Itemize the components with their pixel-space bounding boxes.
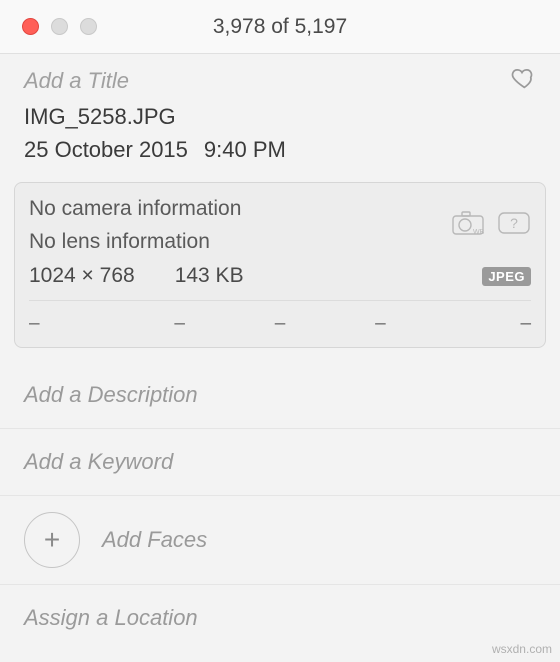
title-input[interactable]: Add a Title	[24, 68, 129, 94]
exif-summary-row: – – – – –	[29, 300, 531, 347]
faces-label: Add Faces	[102, 527, 207, 553]
filename: IMG_5258.JPG	[0, 100, 560, 133]
camera-info: No camera information	[29, 193, 241, 226]
format-badge: JPEG	[482, 267, 531, 286]
location-input[interactable]: Assign a Location	[0, 584, 560, 651]
description-input[interactable]: Add a Description	[0, 362, 560, 428]
filesize: 143 KB	[175, 264, 244, 288]
format-icon[interactable]: ?	[497, 209, 531, 243]
close-window-button[interactable]	[22, 18, 39, 35]
exif-cell: –	[230, 301, 330, 347]
dimensions: 1024 × 768	[29, 264, 135, 288]
zoom-window-button[interactable]	[80, 18, 97, 35]
wb-icon[interactable]: WB	[451, 209, 487, 243]
minimize-window-button[interactable]	[51, 18, 68, 35]
faces-row[interactable]: + Add Faces	[0, 495, 560, 584]
svg-text:WB: WB	[473, 229, 485, 236]
date: 25 October 2015	[24, 137, 188, 162]
exif-cell: –	[29, 301, 129, 347]
traffic-lights	[0, 18, 97, 35]
time: 9:40 PM	[204, 137, 286, 162]
lens-info: No lens information	[29, 226, 241, 259]
exif-cell: –	[129, 301, 229, 347]
keyword-input[interactable]: Add a Keyword	[0, 428, 560, 495]
date-time: 25 October 2015 9:40 PM	[0, 133, 560, 166]
plus-icon: +	[44, 524, 60, 556]
watermark: wsxdn.com	[492, 642, 552, 656]
exif-cell: –	[330, 301, 430, 347]
svg-text:?: ?	[510, 215, 518, 231]
add-face-button[interactable]: +	[24, 512, 80, 568]
heart-icon[interactable]	[508, 64, 536, 98]
title-row: Add a Title	[0, 54, 560, 100]
exif-cell: –	[431, 301, 531, 347]
metadata-card: No camera information No lens informatio…	[14, 182, 546, 348]
titlebar: 3,978 of 5,197	[0, 0, 560, 54]
